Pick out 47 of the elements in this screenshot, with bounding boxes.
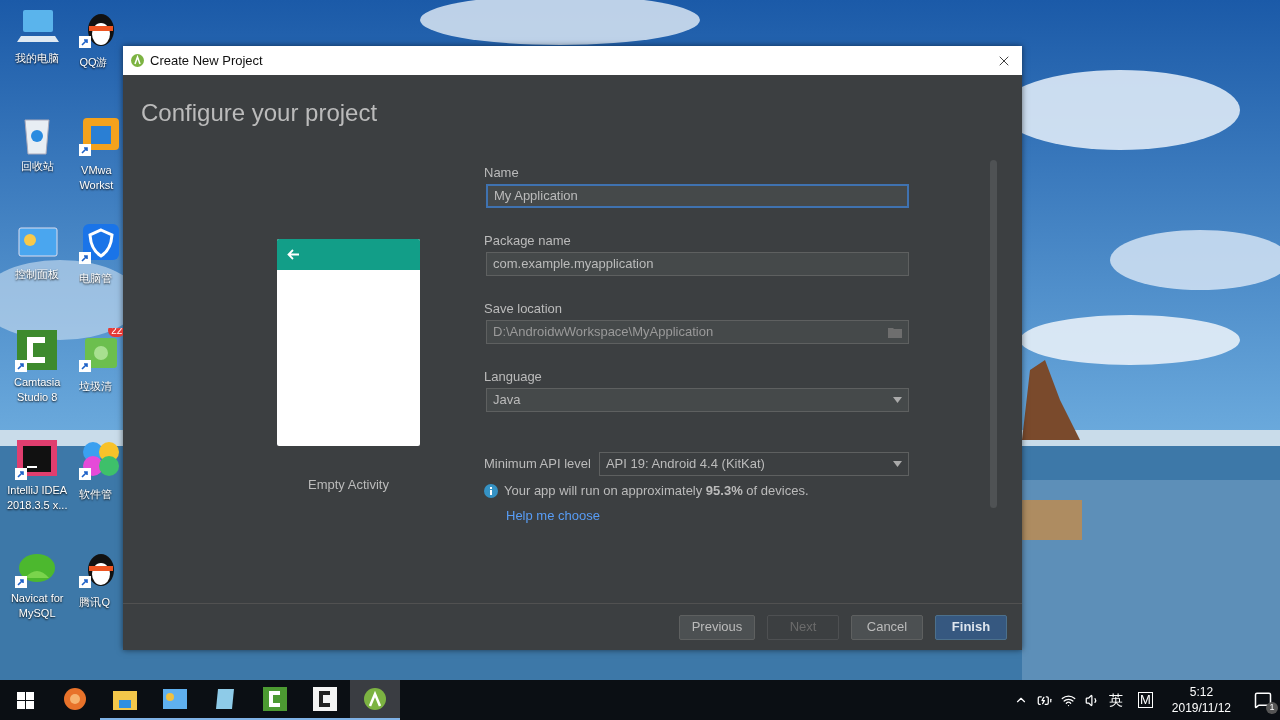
text-field[interactable]: com.example.myapplication (486, 252, 909, 276)
field-label: Package name (484, 233, 572, 249)
wifi-icon[interactable] (1061, 692, 1076, 708)
field-value: Java (493, 391, 522, 410)
taskbar-button[interactable] (350, 680, 400, 720)
clock[interactable]: 5:12 2019/11/12 (1171, 684, 1231, 716)
help-link[interactable]: Help me choose (506, 505, 909, 525)
page-heading: Configure your project (141, 99, 378, 126)
desktop-shortcut[interactable]: Navicat for MySQL (10, 591, 64, 621)
desktop-shortcut[interactable]: VMwa Workst (79, 163, 114, 193)
desktop-shortcut[interactable]: 腾讯Q (79, 595, 110, 625)
desktop-shortcut[interactable]: 垃圾清 (79, 379, 113, 409)
window-title: Create New Project (150, 51, 264, 70)
field-label: Name (484, 165, 520, 181)
field-value: com.example.myapplication (493, 255, 655, 274)
desktop-shortcut[interactable]: 我的电脑 (15, 51, 60, 81)
input-mode[interactable]: M (1138, 692, 1153, 708)
control-panel-icon (163, 689, 187, 709)
info-text: Your app will run on approximately 95.3% of devices. (504, 482, 809, 500)
desktop-shortcut[interactable]: IntelliJ IDEA 2018.3.5 x... (6, 483, 68, 513)
field-label: Save location (484, 301, 564, 317)
desktop-shortcut[interactable]: 软件管 (79, 487, 113, 517)
notifications-icon[interactable] (1254, 691, 1272, 709)
caret-icon (893, 461, 902, 467)
desktop-shortcut[interactable]: QQ游 (79, 55, 108, 85)
field-label: Minimum API level (484, 455, 591, 474)
location-field[interactable]: D:\AndroidwWorkspace\MyApplication (486, 320, 909, 344)
template-label: Empty Activity (307, 476, 390, 494)
back-arrow-icon (287, 249, 300, 260)
windows-start-icon[interactable] (16, 691, 34, 709)
field-value: My Application (494, 187, 579, 206)
desktop-shortcut[interactable]: 回收站 (20, 159, 54, 189)
info-icon (484, 483, 498, 498)
field-value: D:\AndroidwWorkspace\MyApplication (493, 323, 715, 342)
folder-icon (888, 326, 902, 338)
field-label: Language (484, 369, 543, 385)
text-field[interactable]: My Application (486, 184, 909, 208)
notification-count: 1 (1266, 702, 1278, 714)
dialog-button[interactable]: Cancel (851, 614, 923, 640)
language-dropdown[interactable]: Java (486, 388, 909, 412)
caret-icon (893, 397, 902, 403)
desktop-shortcut[interactable]: Camtasia Studio 8 (13, 375, 61, 405)
folder-icon (113, 688, 137, 710)
dialog-button[interactable]: Previous (679, 614, 755, 640)
api-level-dropdown[interactable]: API 19: Android 4.4 (KitKat) (598, 452, 909, 476)
dialog-button[interactable]: Finish (935, 614, 1007, 640)
input-language[interactable]: 英 (1109, 689, 1123, 711)
